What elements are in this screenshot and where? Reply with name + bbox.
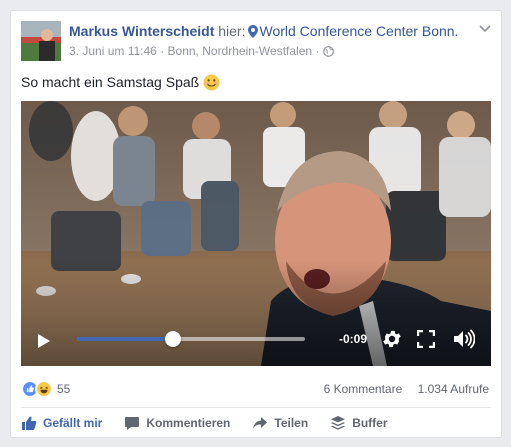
comments-count-link[interactable]: 6 Kommentare bbox=[324, 382, 403, 396]
post-date[interactable]: 3. Juni um 11:46 bbox=[69, 44, 157, 58]
buffer-button-label: Buffer bbox=[352, 416, 388, 430]
like-button-label: Gefällt mir bbox=[43, 416, 103, 430]
post-header-line: Markus Winterscheidt hier: World Conferen… bbox=[69, 23, 479, 39]
location-pin-icon bbox=[248, 25, 259, 38]
comment-button[interactable]: Kommentieren bbox=[124, 415, 230, 431]
avatar[interactable] bbox=[21, 21, 61, 61]
post-card: Markus Winterscheidt hier: World Conferen… bbox=[10, 10, 502, 438]
video-player[interactable]: -0:09 bbox=[21, 101, 491, 366]
smiling-face-icon bbox=[203, 74, 220, 91]
post-text-body: So macht ein Samstag Spaß bbox=[21, 74, 200, 90]
divider bbox=[21, 407, 491, 408]
share-button-label: Teilen bbox=[274, 416, 309, 430]
video-progress-fill bbox=[77, 337, 173, 341]
video-controls: -0:09 bbox=[21, 310, 491, 366]
volume-icon[interactable] bbox=[453, 329, 475, 349]
comment-button-label: Kommentieren bbox=[146, 416, 231, 430]
post-header: Markus Winterscheidt hier: World Conferen… bbox=[69, 23, 479, 58]
thumbs-up-icon bbox=[22, 416, 37, 430]
meta-separator: · bbox=[315, 44, 320, 58]
location-prefix: hier: bbox=[218, 23, 246, 39]
reaction-count: 55 bbox=[57, 382, 71, 396]
haha-icon bbox=[35, 380, 53, 398]
share-icon bbox=[253, 417, 268, 429]
meta-separator: · bbox=[160, 44, 165, 58]
video-scrubber-handle[interactable] bbox=[164, 331, 181, 347]
post-meta: 3. Juni um 11:46 · Bonn, Nordrhein-Westf… bbox=[69, 44, 479, 58]
fullscreen-icon[interactable] bbox=[417, 330, 435, 348]
like-button[interactable]: Gefällt mir bbox=[21, 415, 102, 431]
buffer-button[interactable]: Buffer bbox=[330, 415, 388, 431]
post-stats: 6 Kommentare 1.034 Aufrufe bbox=[324, 382, 489, 396]
time-remaining: -0:09 bbox=[339, 332, 368, 346]
gear-icon[interactable] bbox=[381, 328, 403, 350]
location-link[interactable]: World Conference Center Bonn. bbox=[259, 23, 458, 39]
video-progress-track[interactable] bbox=[77, 331, 305, 347]
buffer-icon bbox=[331, 416, 346, 430]
author-name[interactable]: Markus Winterscheidt bbox=[69, 23, 214, 39]
views-count: 1.034 Aufrufe bbox=[417, 382, 489, 396]
globe-icon[interactable] bbox=[323, 46, 335, 57]
comment-icon bbox=[125, 417, 140, 430]
reactions-summary[interactable]: 55 bbox=[21, 379, 70, 399]
action-bar: Gefällt mir Kommentieren Teilen Buffer bbox=[21, 413, 410, 433]
chevron-down-icon[interactable] bbox=[479, 25, 491, 33]
share-button[interactable]: Teilen bbox=[252, 415, 308, 431]
post-place[interactable]: Bonn, Nordrhein-Westfalen bbox=[168, 44, 313, 58]
post-text: So macht ein Samstag Spaß bbox=[21, 74, 220, 91]
play-icon[interactable] bbox=[37, 333, 51, 349]
